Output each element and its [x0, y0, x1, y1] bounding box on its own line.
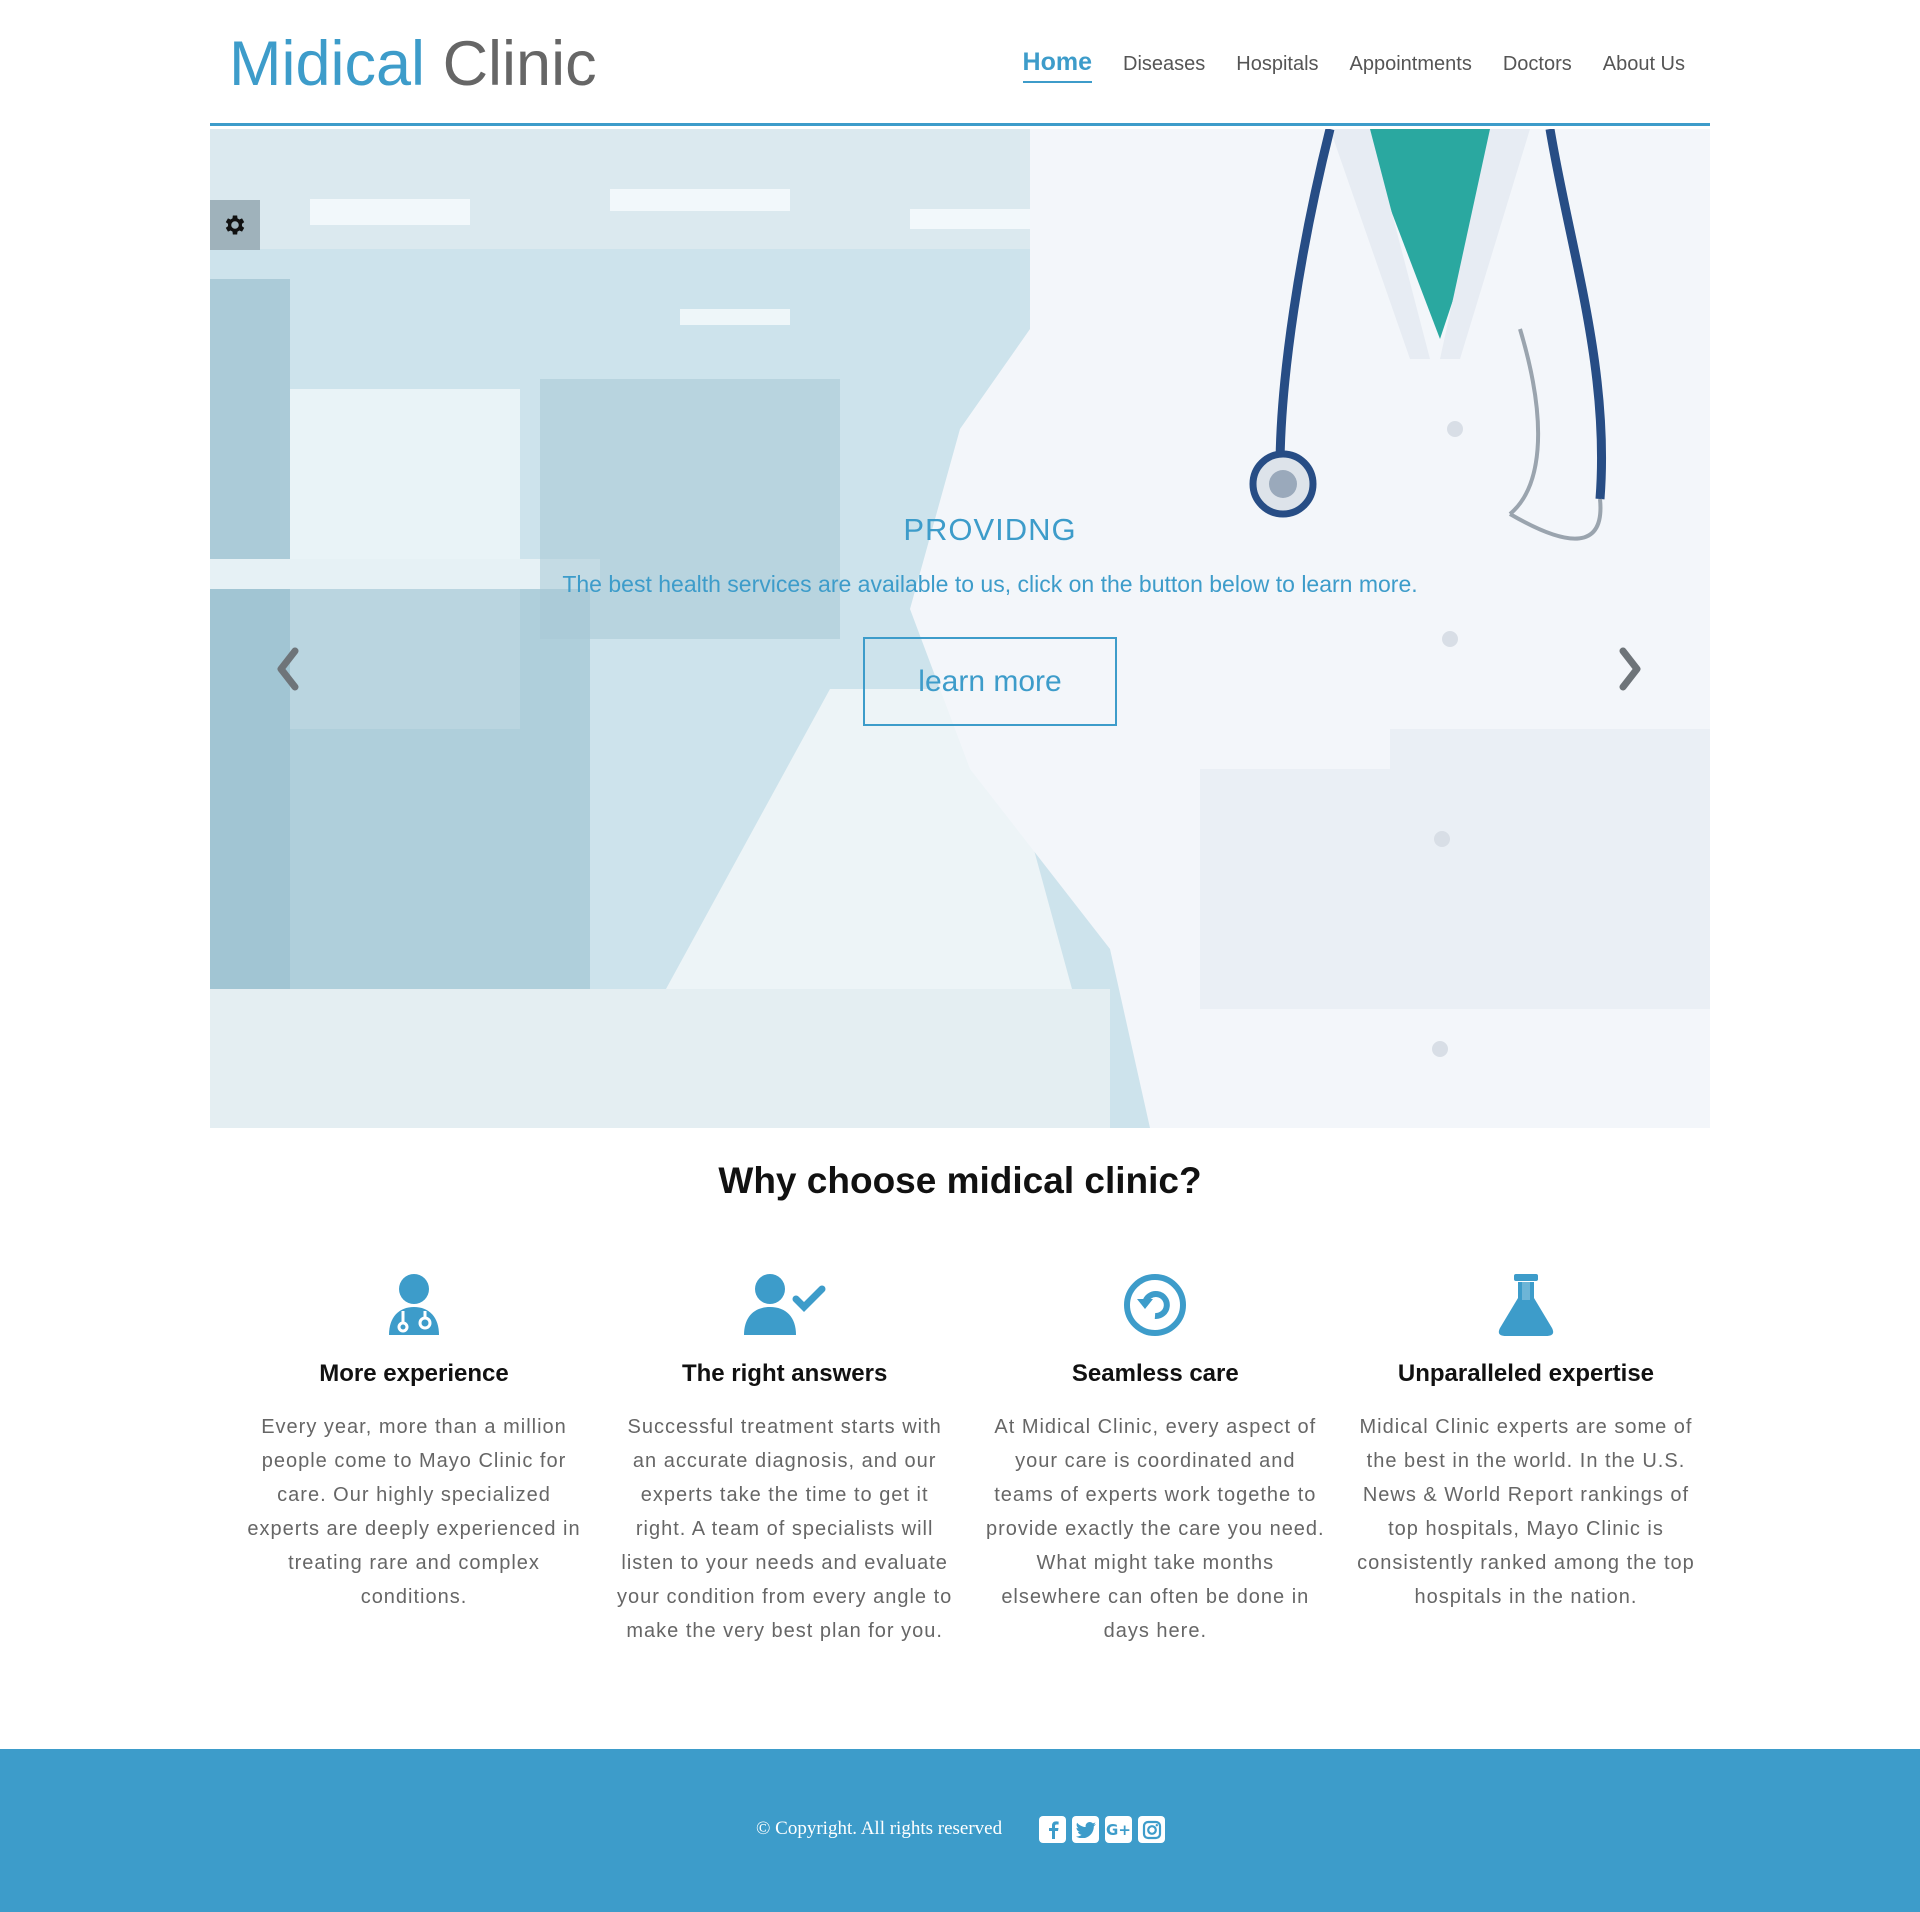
facebook-icon[interactable]: [1039, 1816, 1066, 1843]
gear-icon: [225, 215, 245, 235]
logo-part-midical: Midical: [229, 29, 426, 99]
logo-part-clinic: Clinic: [442, 29, 597, 99]
feature-more-experience: More experience Every year, more than a …: [243, 1270, 585, 1648]
chevron-right-icon: [1619, 647, 1641, 691]
nav-about-us[interactable]: About Us: [1603, 48, 1685, 80]
main-nav: Home Diseases Hospitals Appointments Doc…: [1022, 48, 1685, 83]
hero-title: PROVIDNG: [903, 512, 1077, 547]
feature-text: At Midical Clinic, every aspect of your …: [985, 1416, 1325, 1642]
slider-next-button[interactable]: [1610, 639, 1650, 699]
chevron-left-icon: [277, 647, 299, 691]
instagram-icon[interactable]: [1138, 1816, 1165, 1843]
why-choose-heading: Why choose midical clinic?: [718, 1160, 1202, 1201]
google-plus-icon[interactable]: G+: [1105, 1816, 1132, 1843]
flask-icon: [1498, 1274, 1554, 1336]
site-logo[interactable]: Midical Clinic: [229, 28, 597, 100]
site-header: Midical Clinic Home Diseases Hospitals A…: [210, 0, 1710, 126]
social-links: G+: [1039, 1816, 1165, 1843]
feature-title: Seamless care: [1071, 1360, 1239, 1387]
hero-slider: PROVIDNG The best health services are av…: [210, 129, 1710, 1128]
feature-right-answers: The right answers Successful treatment s…: [614, 1270, 956, 1648]
feature-title: Unparalleled expertise: [1397, 1360, 1655, 1387]
feature-title: The right answers: [681, 1360, 888, 1387]
hero-subtitle: The best health services are available t…: [562, 571, 1418, 597]
features-section: More experience Every year, more than a …: [243, 1270, 1697, 1648]
slider-prev-button[interactable]: [268, 639, 308, 699]
nav-hospitals[interactable]: Hospitals: [1236, 48, 1318, 80]
feature-text: Successful treatment starts with an accu…: [617, 1416, 953, 1642]
doctor-icon: [389, 1274, 439, 1335]
nav-home[interactable]: Home: [1022, 48, 1092, 83]
feature-title: More experience: [319, 1360, 509, 1387]
feature-seamless-care: Seamless care At Midical Clinic, every a…: [984, 1270, 1326, 1648]
learn-more-button[interactable]: learn more: [863, 637, 1117, 726]
feature-text: Midical Clinic experts are some of the b…: [1357, 1416, 1695, 1608]
circle-arrow-icon: [1124, 1274, 1187, 1336]
settings-button[interactable]: [210, 200, 260, 250]
nav-doctors[interactable]: Doctors: [1503, 48, 1572, 80]
feature-unparalleled-expertise: Unparalleled expertise Midical Clinic ex…: [1355, 1270, 1697, 1648]
nav-appointments[interactable]: Appointments: [1350, 48, 1472, 80]
hero-background-image: [210, 129, 1710, 1128]
site-footer: © Copyright. All rights reserved G+: [0, 1749, 1920, 1912]
user-check-icon: [743, 1274, 826, 1335]
twitter-icon[interactable]: [1072, 1816, 1099, 1843]
feature-text: Every year, more than a million people c…: [247, 1416, 581, 1608]
copyright-text: © Copyright. All rights reserved: [756, 1818, 1003, 1839]
nav-diseases[interactable]: Diseases: [1123, 48, 1205, 80]
